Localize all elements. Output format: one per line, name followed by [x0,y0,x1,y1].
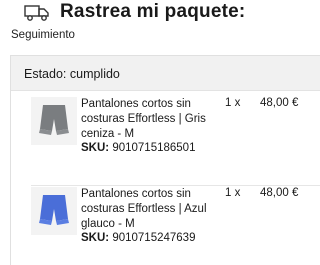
product-name[interactable]: Pantalones cortos sin costuras Effortles… [81,187,211,232]
item-divider [31,185,320,186]
sku-value: 9010715247639 [112,232,196,244]
truck-icon [24,5,49,21]
order-status: Estado: cumplido [24,67,120,81]
product-price: 48,00 € [260,97,299,109]
product-sku: SKU: 9010715186501 [81,142,195,154]
order-panel: Estado: cumplido Pantalones cortos sin c… [10,55,320,265]
sku-label: SKU: [81,142,110,154]
product-name[interactable]: Pantalones cortos sin costuras Effortles… [81,97,211,142]
product-image[interactable] [31,187,77,235]
status-bar: Estado: cumplido [11,56,320,91]
product-sku: SKU: 9010715247639 [81,232,195,244]
tracking-label: Seguimiento [11,29,75,41]
header: Rastrea mi paquete: [0,0,320,30]
sku-label: SKU: [81,232,110,244]
sku-value: 9010715186501 [112,142,196,154]
product-price: 48,00 € [260,187,299,199]
product-qty: 1 x [225,97,241,109]
product-image[interactable] [31,97,77,145]
page-title: Rastrea mi paquete: [60,1,246,22]
product-qty: 1 x [225,187,241,199]
